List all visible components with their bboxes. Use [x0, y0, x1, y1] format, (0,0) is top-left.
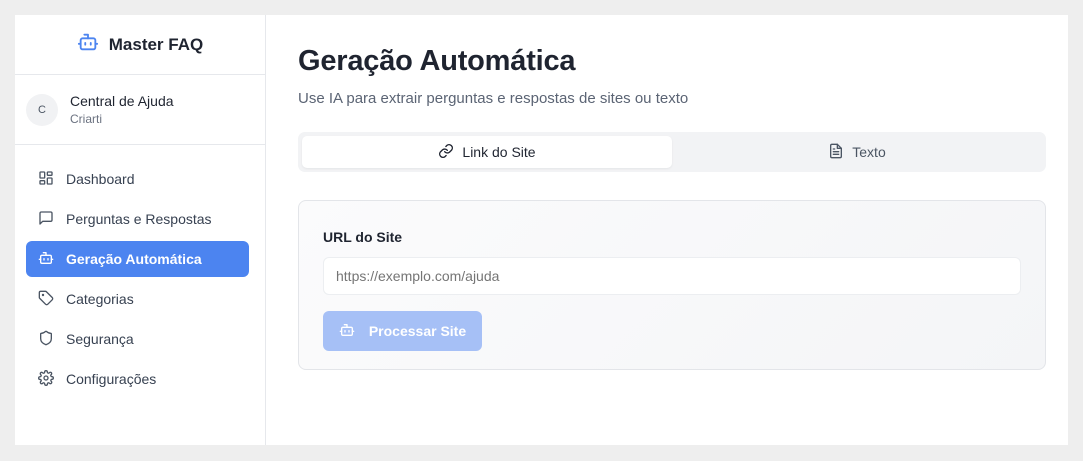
bot-icon: [38, 250, 54, 269]
account-org: Criarti: [70, 112, 102, 126]
link-icon: [438, 143, 454, 162]
gear-icon: [38, 369, 54, 389]
account-switcher[interactable]: C Central de Ajuda Criarti: [15, 75, 265, 145]
file-text-icon: [828, 143, 844, 162]
sidebar-item-label: Geração Automática: [66, 251, 202, 267]
sidebar-item-label: Configurações: [66, 371, 157, 387]
brand: Master FAQ: [15, 15, 265, 75]
bot-icon: [77, 31, 99, 58]
url-label: URL do Site: [323, 229, 403, 245]
sidebar-item-label: Categorias: [66, 291, 134, 307]
app-title: Master FAQ: [108, 34, 204, 54]
process-site-label: Processar Site: [368, 323, 467, 339]
sidebar-item-perguntas[interactable]: Perguntas e Respostas: [26, 201, 249, 237]
sidebar-item-configuracoes[interactable]: Configurações: [26, 361, 249, 397]
url-form-card: URL do Site Processar Site: [298, 200, 1046, 370]
dashboard-icon: [38, 170, 54, 189]
avatar: C: [26, 93, 58, 126]
sidebar-item-geracao[interactable]: Geração Automática: [26, 241, 249, 277]
tag-icon: [38, 290, 54, 309]
sidebar-item-label: Dashboard: [66, 171, 135, 187]
source-tabs: Link do Site Texto: [298, 132, 1046, 172]
sidebar-item-seguranca[interactable]: Segurança: [26, 321, 249, 357]
tab-texto[interactable]: Texto: [672, 136, 1042, 168]
bot-icon: [339, 322, 355, 341]
sidebar-item-label: Perguntas e Respostas: [66, 211, 212, 227]
sidebar: Master FAQ C Central de Ajuda Criarti Da…: [15, 15, 266, 445]
tab-label: Link do Site: [462, 144, 536, 160]
process-site-button[interactable]: Processar Site: [323, 311, 482, 351]
shield-icon: [38, 330, 54, 349]
tab-label: Texto: [852, 144, 886, 160]
app-window: Master FAQ C Central de Ajuda Criarti Da…: [15, 15, 1068, 445]
sidebar-nav: Dashboard Perguntas e Respostas Geração …: [15, 145, 265, 397]
main-content: Geração Automática Use IA para extrair p…: [266, 15, 1068, 445]
message-icon: [38, 210, 54, 229]
tab-link-do-site[interactable]: Link do Site: [302, 136, 672, 168]
page-subtitle: Use IA para extrair perguntas e resposta…: [298, 90, 689, 107]
account-name: Central de Ajuda: [70, 93, 174, 109]
url-input[interactable]: [323, 257, 1021, 295]
sidebar-item-dashboard[interactable]: Dashboard: [26, 161, 249, 197]
sidebar-item-label: Segurança: [66, 331, 134, 347]
page-title: Geração Automática: [298, 45, 576, 77]
sidebar-item-categorias[interactable]: Categorias: [26, 281, 249, 317]
